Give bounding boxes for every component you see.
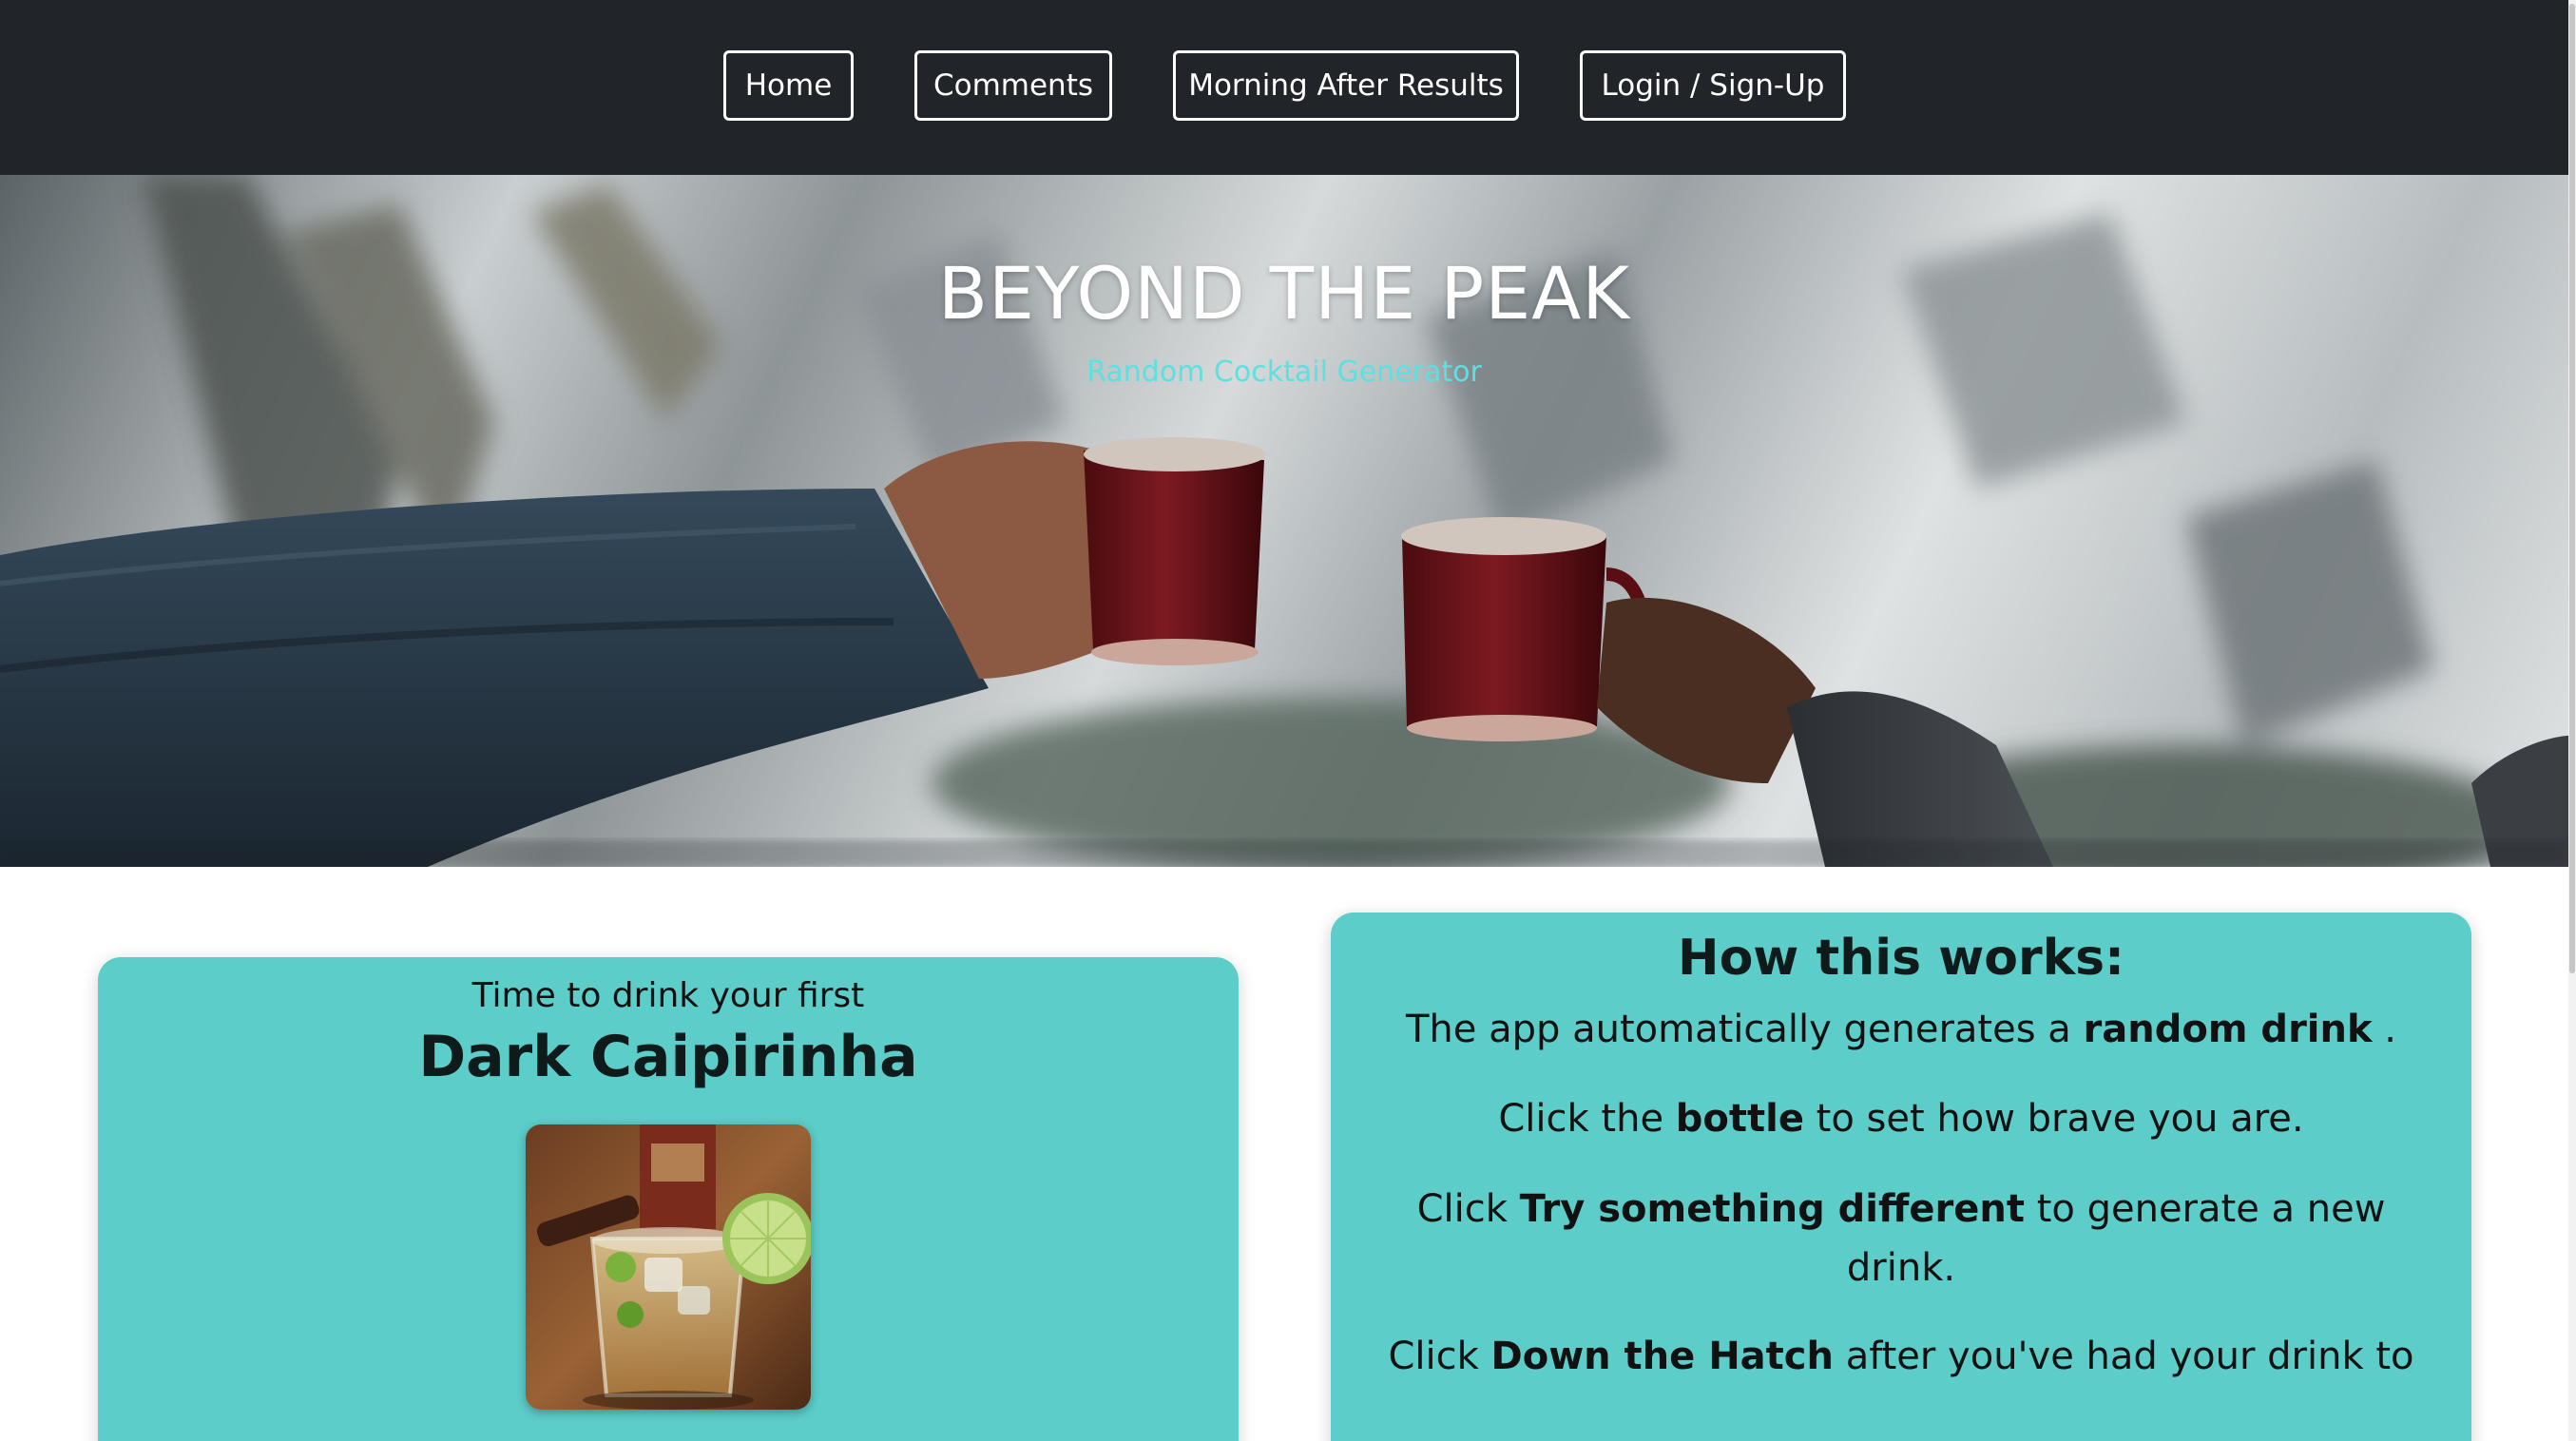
hero-title: BEYOND THE PEAK [937, 251, 1631, 336]
nav-morning-after-results-button[interactable]: Morning After Results [1173, 50, 1519, 121]
hero-subtitle: Random Cocktail Generator [1086, 355, 1482, 389]
how-line-3: Click Try something different to generat… [1388, 1180, 2414, 1297]
how-line-4-bold: Down the Hatch [1490, 1335, 1834, 1378]
how-line-1: The app automatically generates a random… [1388, 1000, 2414, 1059]
nav-comments-button[interactable]: Comments [914, 50, 1112, 121]
how-line-1-text: The app automatically generates a [1405, 1008, 2084, 1051]
page-scrollbar[interactable] [2568, 0, 2576, 1441]
cocktail-glass-image [526, 1124, 811, 1410]
drink-name: Dark Caipirinha [418, 1024, 918, 1090]
how-line-2-text: Click the [1498, 1097, 1676, 1141]
how-it-works-title: How this works: [1678, 930, 2124, 987]
how-line-2-bold: bottle [1675, 1097, 1804, 1141]
top-navbar: Home Comments Morning After Results Logi… [0, 0, 2568, 175]
how-line-2-end: to set how brave you are. [1803, 1097, 2304, 1141]
nav-login-signup-button[interactable]: Login / Sign-Up [1580, 50, 1846, 121]
drink-photo [526, 1124, 811, 1410]
how-line-4-end: after you've had your drink to [1833, 1335, 2414, 1378]
scrollbar-thumb[interactable] [2569, 4, 2575, 973]
how-line-3-text: Click [1416, 1187, 1520, 1231]
drink-card: Time to drink your first Dark Caipirinha [98, 957, 1239, 1441]
hero-banner: BEYOND THE PEAK Random Cocktail Generato… [0, 175, 2568, 867]
how-line-4: Click Down the Hatch after you've had yo… [1388, 1327, 2414, 1386]
how-line-3-bold: Try something different [1519, 1187, 2025, 1231]
nav-home-button[interactable]: Home [723, 50, 854, 121]
how-line-4-text: Click [1388, 1335, 1491, 1378]
how-it-works-card: How this works: The app automatically ge… [1331, 913, 2471, 1441]
how-line-2: Click the bottle to set how brave you ar… [1388, 1089, 2414, 1148]
drink-pre-title: Time to drink your first [471, 976, 865, 1015]
how-line-1-bold: random drink [2083, 1008, 2373, 1051]
page: Home Comments Morning After Results Logi… [0, 0, 2576, 1441]
how-line-1-end: . [2372, 1008, 2397, 1051]
